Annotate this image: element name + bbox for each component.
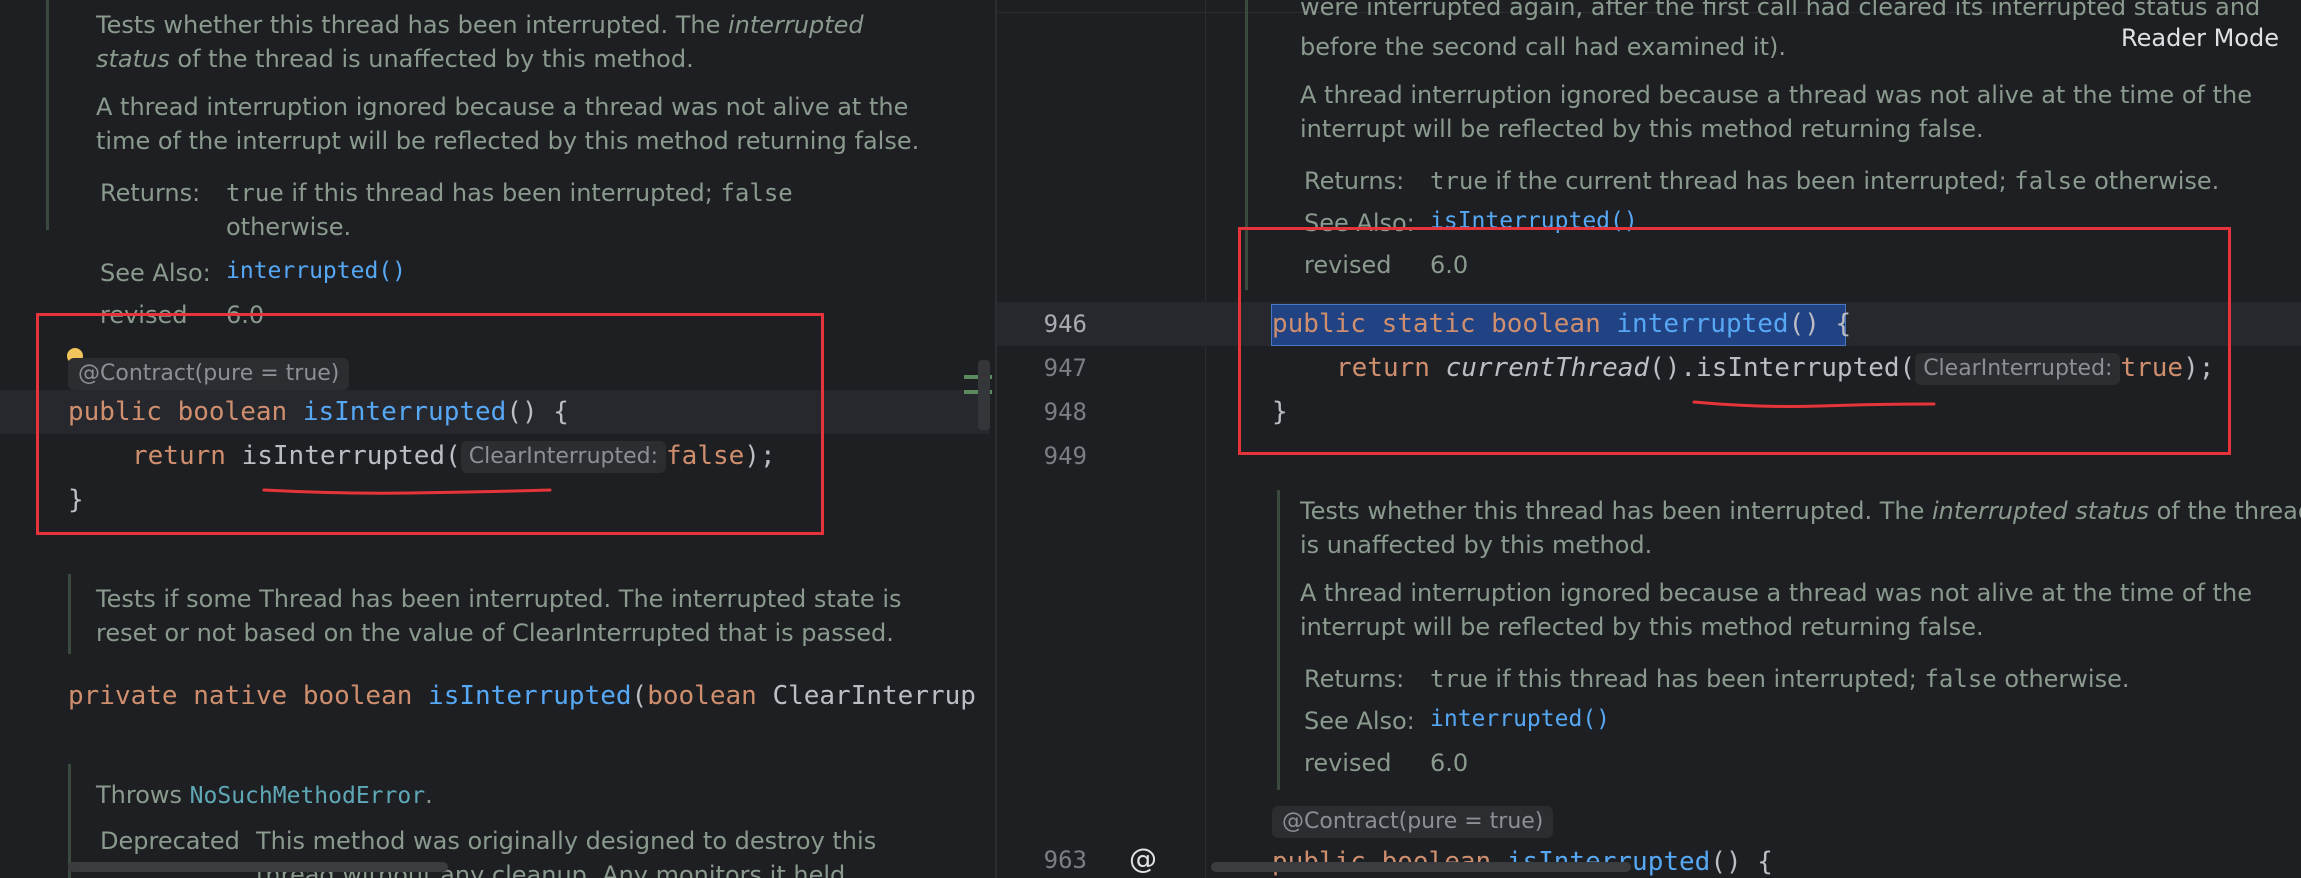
doc-rendered-bar <box>1277 490 1280 790</box>
doc-line: interrupt will be reflected by this meth… <box>1300 115 1984 143</box>
see-also-label: See Also: <box>100 259 211 287</box>
throws-line: Throws NoSuchMethodError. <box>96 781 433 809</box>
doc-line: status of the thread is unaffected by th… <box>96 45 694 73</box>
doc-rendered-bar <box>68 764 71 878</box>
deprecated-text: This method was originally designed to d… <box>256 827 877 855</box>
doc-line: Tests whether this thread has been inter… <box>96 11 864 39</box>
doc-line: reset or not based on the value of Clear… <box>96 619 894 647</box>
line-number: 963 <box>1043 846 1087 874</box>
doc-rendered-bar <box>68 574 71 654</box>
doc-line: Tests if some Thread has been interrupte… <box>96 585 902 613</box>
doc-line: time of the interrupt will be reflected … <box>96 127 920 155</box>
doc-line: interrupt will be reflected by this meth… <box>1300 613 1984 641</box>
reader-mode-button[interactable]: Reader Mode <box>2117 24 2283 52</box>
doc-line: A thread interruption ignored because a … <box>1300 579 2252 607</box>
underline-mark <box>1692 400 1936 408</box>
line-number: 947 <box>1043 354 1087 382</box>
returns-text: otherwise. <box>226 213 352 241</box>
doc-line: Tests whether this thread has been inter… <box>1300 497 2301 525</box>
doc-line: A thread interruption ignored because a … <box>1300 81 2252 109</box>
highlight-box <box>36 313 824 535</box>
doc-line: were interrupted again, after the first … <box>1300 0 2261 21</box>
code-line[interactable]: public boolean isInterrupted() { <box>1272 840 1773 878</box>
horizontal-scrollbar[interactable] <box>68 862 448 872</box>
see-also-link[interactable]: interrupted() <box>226 258 406 284</box>
doc-line: A thread interruption ignored because a … <box>96 93 909 121</box>
line-number: 946 <box>1043 310 1087 338</box>
see-also-link[interactable]: interrupted() <box>1430 706 1610 732</box>
returns-text: true if this thread has been interrupted… <box>226 179 793 207</box>
left-editor-pane[interactable]: Tests whether this thread has been inter… <box>0 0 995 878</box>
returns-label: Returns: <box>1304 167 1405 195</box>
annotation-gutter-icon[interactable]: @ <box>1127 843 1159 875</box>
see-also-label: See Also: <box>1304 707 1415 735</box>
returns-label: Returns: <box>1304 665 1405 693</box>
doc-line: before the second call had examined it). <box>1300 33 1786 61</box>
doc-line: is unaffected by this method. <box>1300 531 1653 559</box>
revised-value: 6.0 <box>1430 749 1469 777</box>
highlight-box <box>1238 227 2231 455</box>
returns-label: Returns: <box>100 179 201 207</box>
contract-annotation: @Contract(pure = true) <box>1272 806 1554 838</box>
gutter <box>997 0 1206 878</box>
returns-text: true if the current thread has been inte… <box>1430 167 2220 195</box>
doc-rendered-bar <box>46 0 49 230</box>
returns-text: true if this thread has been interrupted… <box>1430 665 2130 693</box>
underline-mark <box>262 488 552 495</box>
scrollbar-track[interactable] <box>978 360 990 430</box>
line-number: 949 <box>1043 442 1087 470</box>
horizontal-scrollbar[interactable] <box>1211 862 1631 872</box>
throws-link[interactable]: NoSuchMethodError <box>190 783 425 809</box>
right-editor-pane[interactable]: Reader Mode were interrupted again, afte… <box>997 0 2301 878</box>
revised-label: revised <box>1304 749 1392 777</box>
deprecated-label: Deprecated <box>100 827 240 855</box>
code-line[interactable]: private native boolean isInterrupted(boo… <box>68 674 976 718</box>
line-number: 948 <box>1043 398 1087 426</box>
